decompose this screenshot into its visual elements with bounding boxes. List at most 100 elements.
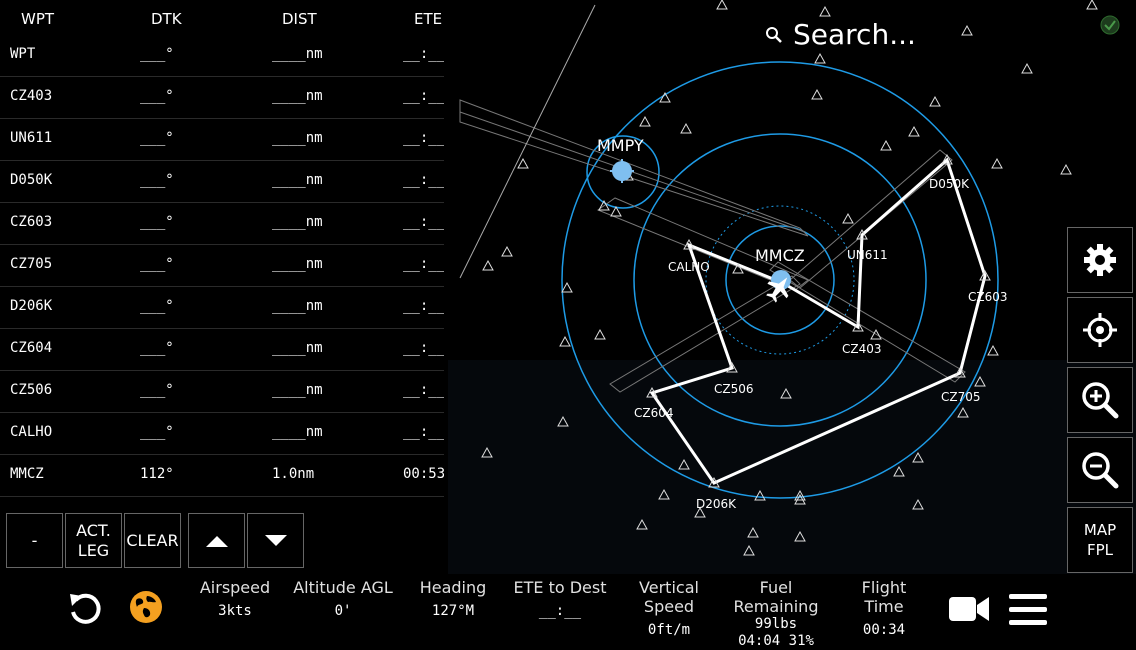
stat-value: 00:34: [862, 622, 906, 638]
refresh-icon: [70, 593, 101, 624]
search-field[interactable]: Search...: [765, 18, 916, 51]
dtk-cell: ___°: [140, 46, 174, 62]
zoom-in-icon: [1082, 382, 1119, 419]
stat-label: Fuel Remaining: [733, 578, 819, 616]
waypoint-cell: UN611: [10, 130, 53, 146]
status-bar: Airspeed 3kts Altitude AGL 0' Heading 12…: [0, 574, 1136, 649]
caret-down-icon: [264, 534, 287, 546]
settings-button[interactable]: [1067, 227, 1133, 293]
waypoint-label-cz506: CZ506: [714, 382, 754, 396]
stat-heading: Heading 127°M: [414, 578, 492, 619]
waypoint-label-cz603: CZ603: [968, 290, 1008, 304]
dtk-cell: ___°: [140, 382, 174, 398]
map-fpl-toggle-button[interactable]: MAP FPL: [1067, 507, 1133, 573]
dtk-cell: ___°: [140, 214, 174, 230]
flight-plan-row[interactable]: UN611 ___° ____nm __:__: [0, 118, 444, 161]
flight-plan-row[interactable]: CZ603 ___° ____nm __:__: [0, 202, 444, 245]
flight-plan-row[interactable]: D050K ___° ____nm __:__: [0, 160, 444, 203]
globe-button[interactable]: [129, 590, 163, 628]
stat-label: Altitude AGL: [293, 578, 393, 597]
waypoint-cell: WPT: [10, 46, 36, 62]
search-icon: [766, 26, 782, 43]
waypoint-label-calho: CALHO: [668, 260, 710, 274]
waypoint-label-d206k: D206K: [696, 497, 737, 511]
stat-value-secondary: 04:04 31%: [738, 633, 814, 649]
col-header-dtk: DTK: [151, 10, 182, 28]
camera-button[interactable]: [948, 594, 990, 628]
globe-icon: [130, 591, 162, 623]
ete-cell: __:__: [403, 298, 444, 314]
ete-cell: 00:53: [403, 466, 444, 482]
dist-cell: ____nm: [272, 88, 323, 104]
waypoint-cell: CZ603: [10, 214, 53, 230]
stat-value: 3kts: [218, 603, 252, 619]
stat-label: Heading: [419, 578, 487, 597]
stat-value: 0ft/m: [647, 622, 691, 638]
flight-plan-row[interactable]: CZ403 ___° ____nm __:__: [0, 76, 444, 119]
search-placeholder: Search...: [793, 18, 916, 51]
waypoint-cell: MMCZ: [10, 466, 44, 482]
stat-value: __:__: [538, 603, 582, 619]
stat-value: 127°M: [431, 603, 475, 619]
col-header-wpt: WPT: [21, 10, 55, 28]
zoom-out-icon: [1082, 452, 1119, 489]
airport-label-mmpy: MMPY: [597, 136, 644, 155]
main-menu-button[interactable]: [1008, 592, 1048, 630]
video-camera-icon: [949, 597, 989, 621]
dtk-cell: ___°: [140, 130, 174, 146]
act-leg-label-2: LEG: [77, 540, 110, 560]
minus-label: -: [31, 530, 38, 550]
move-down-button[interactable]: [247, 513, 304, 568]
act-leg-label-1: ACT.: [76, 520, 111, 540]
remove-waypoint-button[interactable]: -: [6, 513, 63, 568]
airport-label-mmcz: MMCZ: [755, 246, 805, 265]
gear-icon: [1084, 244, 1116, 276]
waypoint-cell: CZ604: [10, 340, 53, 356]
dist-cell: ____nm: [272, 340, 323, 356]
dist-cell: 1.0nm: [272, 466, 315, 482]
flight-plan-row[interactable]: D206K ___° ____nm __:__: [0, 286, 444, 329]
flight-plan-row[interactable]: CZ506 ___° ____nm __:__: [0, 370, 444, 413]
flight-plan-row[interactable]: CZ705 ___° ____nm __:__: [0, 244, 444, 287]
refresh-button[interactable]: [66, 590, 104, 632]
zoom-in-button[interactable]: [1067, 367, 1133, 433]
waypoint-cell: D050K: [10, 172, 53, 188]
center-aircraft-button[interactable]: [1067, 297, 1133, 363]
activate-leg-button[interactable]: ACT. LEG: [65, 513, 122, 568]
hamburger-menu-icon: [1009, 594, 1047, 625]
move-up-button[interactable]: [188, 513, 245, 568]
ete-cell: __:__: [403, 88, 444, 104]
flight-plan-row[interactable]: CALHO ___° ____nm __:__: [0, 412, 444, 455]
flight-plan-row[interactable]: MMCZ 112° 1.0nm 00:53: [0, 454, 444, 497]
stat-label: Airspeed: [199, 578, 271, 597]
stat-fuel-remaining: Fuel Remaining 99lbs 04:04 31%: [722, 578, 830, 650]
dist-cell: ____nm: [272, 46, 323, 62]
stat-value: 99lbs: [754, 616, 798, 632]
dtk-cell: ___°: [140, 340, 174, 356]
stat-label: ETE to Dest: [513, 578, 607, 597]
waypoint-cell: CZ506: [10, 382, 53, 398]
waypoint-label-cz604: CZ604: [634, 406, 674, 420]
stat-altitude-agl: Altitude AGL 0': [293, 578, 393, 619]
dtk-cell: ___°: [140, 424, 174, 440]
clear-button[interactable]: CLEAR: [124, 513, 181, 568]
dtk-cell: ___°: [140, 256, 174, 272]
ete-cell: __:__: [403, 382, 444, 398]
col-header-ete: ETE: [414, 10, 443, 28]
waypoint-cell: CZ403: [10, 88, 53, 104]
ete-cell: __:__: [403, 172, 444, 188]
check-badge-icon: [1100, 15, 1120, 35]
flight-plan-row[interactable]: WPT ___° ____nm __:__: [0, 34, 444, 77]
col-header-dist: DIST: [282, 10, 317, 28]
dist-cell: ____nm: [272, 298, 323, 314]
waypoint-cell: CZ705: [10, 256, 53, 272]
waypoint-label-d050k: D050K: [929, 177, 970, 191]
zoom-out-button[interactable]: [1067, 437, 1133, 503]
map-fpl-label-2: FPL: [1086, 541, 1114, 559]
crosshair-icon: [1083, 313, 1117, 347]
ete-cell: __:__: [403, 214, 444, 230]
waypoint-label-cz705: CZ705: [941, 390, 981, 404]
ete-cell: __:__: [403, 340, 444, 356]
ete-cell: __:__: [403, 46, 444, 62]
flight-plan-row[interactable]: CZ604 ___° ____nm __:__: [0, 328, 444, 371]
